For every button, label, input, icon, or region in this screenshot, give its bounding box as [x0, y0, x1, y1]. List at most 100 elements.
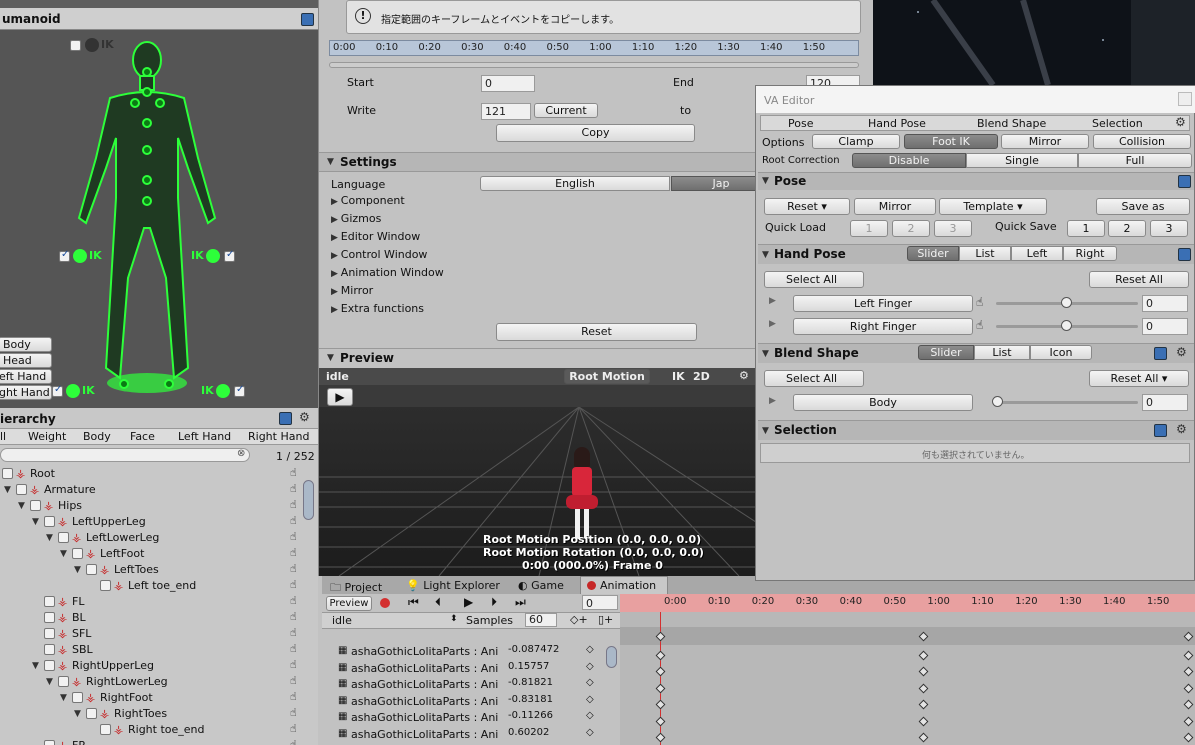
property-value[interactable]: -0.81821 [508, 677, 553, 688]
hand-icon[interactable]: ☝ [290, 482, 297, 495]
row-checkbox[interactable] [44, 628, 55, 639]
hand-icon[interactable]: ☝ [290, 546, 297, 559]
last-key-icon[interactable]: ⏭ [515, 595, 526, 610]
hand-icon[interactable]: ☝ [290, 658, 297, 671]
property-value[interactable]: 0.15757 [508, 661, 549, 672]
expand-icon[interactable]: ▶ [331, 305, 341, 315]
row-checkbox[interactable] [72, 692, 83, 703]
preview-ik-button[interactable]: IK [672, 370, 685, 383]
samples-field[interactable]: 60 [525, 613, 557, 627]
settings-reset-button[interactable]: Reset [496, 323, 697, 341]
gear-icon[interactable]: ⚙ [299, 410, 310, 424]
va-tab-pose[interactable]: Pose [788, 117, 813, 130]
right-finger-value[interactable]: 0 [1142, 318, 1188, 335]
keyframe-toggle-icon[interactable]: ◇ [586, 710, 594, 721]
row-checkbox[interactable] [44, 516, 55, 527]
keyframe[interactable] [1183, 699, 1194, 710]
hierarchy-row[interactable]: ⚶ Left toe_end ☝ [0, 578, 300, 594]
tab-animation[interactable]: Animation [580, 576, 668, 594]
expand-toggle-icon[interactable]: ▼ [18, 501, 25, 511]
quick-load-1[interactable]: 1 [850, 220, 888, 237]
option-foot-ik[interactable]: Foot IK [904, 134, 998, 149]
help-icon[interactable] [1178, 248, 1191, 261]
va-tab-selection[interactable]: Selection [1092, 117, 1143, 130]
hand-mode-list[interactable]: List [959, 246, 1011, 261]
expand-toggle-icon[interactable]: ▼ [46, 533, 53, 543]
keyframe[interactable] [1183, 732, 1194, 743]
row-checkbox[interactable] [44, 644, 55, 655]
hierarchy-row[interactable]: ⚶ FR ☝ [0, 738, 300, 745]
gear-icon[interactable]: ⚙ [1176, 422, 1187, 436]
option-clamp[interactable]: Clamp [812, 134, 900, 149]
quick-save-3[interactable]: 3 [1150, 220, 1188, 237]
hand-icon[interactable]: ☝ [290, 690, 297, 703]
pose-save-as-button[interactable]: Save as [1096, 198, 1190, 215]
hand-icon[interactable]: ☝ [290, 626, 297, 639]
settings-item[interactable]: ▶ Mirror [331, 284, 373, 300]
property-value[interactable]: 0.60202 [508, 727, 549, 738]
expand-body-icon[interactable]: ▶ [769, 396, 776, 406]
part-body-button[interactable]: Body [0, 337, 52, 352]
left-finger-button[interactable]: Left Finger [793, 295, 973, 312]
expand-toggle-icon[interactable]: ▼ [74, 565, 81, 575]
row-checkbox[interactable] [100, 580, 111, 591]
blend-reset-all-button[interactable]: Reset All ▾ [1089, 370, 1189, 387]
pose-template-button[interactable]: Template ▾ [939, 198, 1047, 215]
row-checkbox[interactable] [100, 724, 111, 735]
settings-item[interactable]: ▶ Control Window [331, 248, 427, 264]
expand-icon[interactable]: ▶ [331, 251, 341, 261]
start-field[interactable]: 0 [481, 75, 535, 92]
hand-select-all-button[interactable]: Select All [764, 271, 864, 288]
left-finger-knob[interactable] [1061, 297, 1072, 308]
tab-game[interactable]: ◐ Game [518, 579, 564, 592]
blend-select-all-button[interactable]: Select All [764, 370, 864, 387]
write-field[interactable]: 121 [481, 103, 531, 120]
shoulder-right-handle[interactable] [155, 98, 165, 108]
tab-light-explorer[interactable]: 💡 Light Explorer [406, 579, 500, 592]
hierarchy-row[interactable]: ▼ ⚶ LeftLowerLeg ☝ [0, 530, 300, 546]
language-english[interactable]: English [480, 176, 670, 191]
keyframe-toggle-icon[interactable]: ◇ [586, 694, 594, 705]
root-correction-disable[interactable]: Disable [852, 153, 966, 168]
expand-toggle-icon[interactable]: ▼ [60, 549, 67, 559]
gear-icon[interactable]: ⚙ [1175, 115, 1186, 129]
light-icon[interactable]: ⚙ [739, 369, 749, 382]
expand-toggle-icon[interactable]: ▼ [46, 677, 53, 687]
hierarchy-row[interactable]: ▼ ⚶ LeftFoot ☝ [0, 546, 300, 562]
row-checkbox[interactable] [44, 740, 55, 745]
hierarchy-row[interactable]: ▼ ⚶ LeftUpperLeg ☝ [0, 514, 300, 530]
first-key-icon[interactable]: ⏮ [408, 595, 419, 610]
hand-icon[interactable]: ☝ [290, 738, 297, 745]
part-left-hand-button[interactable]: eft Hand [0, 369, 52, 384]
row-checkbox[interactable] [44, 612, 55, 623]
row-checkbox[interactable] [86, 708, 97, 719]
property-value[interactable]: -0.11266 [508, 710, 553, 721]
head-handle[interactable] [142, 67, 152, 77]
hand-icon[interactable]: ☝ [290, 514, 297, 527]
close-icon[interactable] [1178, 92, 1192, 106]
preview-toggle[interactable]: Preview [326, 596, 372, 611]
row-checkbox[interactable] [58, 532, 69, 543]
keyframe[interactable] [1183, 666, 1194, 677]
row-checkbox[interactable] [44, 660, 55, 671]
record-button[interactable] [380, 598, 390, 608]
keyframe[interactable] [655, 650, 666, 661]
row-checkbox[interactable] [30, 500, 41, 511]
row-checkbox[interactable] [2, 468, 13, 479]
help-icon[interactable] [1154, 347, 1167, 360]
scene-view[interactable] [873, 0, 1195, 85]
part-right-hand-button[interactable]: ght Hand [0, 385, 52, 400]
quick-save-2[interactable]: 2 [1108, 220, 1146, 237]
ik-head-checkbox[interactable] [70, 40, 81, 51]
keyframe[interactable] [918, 732, 929, 743]
preview-2d-button[interactable]: 2D [693, 370, 710, 383]
keyframe-toggle-icon[interactable]: ◇ [586, 727, 594, 738]
quick-load-2[interactable]: 2 [892, 220, 930, 237]
option-collision[interactable]: Collision [1093, 134, 1191, 149]
property-value[interactable]: -0.83181 [508, 694, 553, 705]
part-head-button[interactable]: Head [0, 353, 52, 368]
settings-item[interactable]: ▶ Component [331, 194, 405, 210]
clip-dropdown-icon[interactable]: ⬍ [450, 614, 458, 624]
tab-right-hand[interactable]: Right Hand [248, 430, 309, 443]
va-tab-blend-shape[interactable]: Blend Shape [977, 117, 1046, 130]
